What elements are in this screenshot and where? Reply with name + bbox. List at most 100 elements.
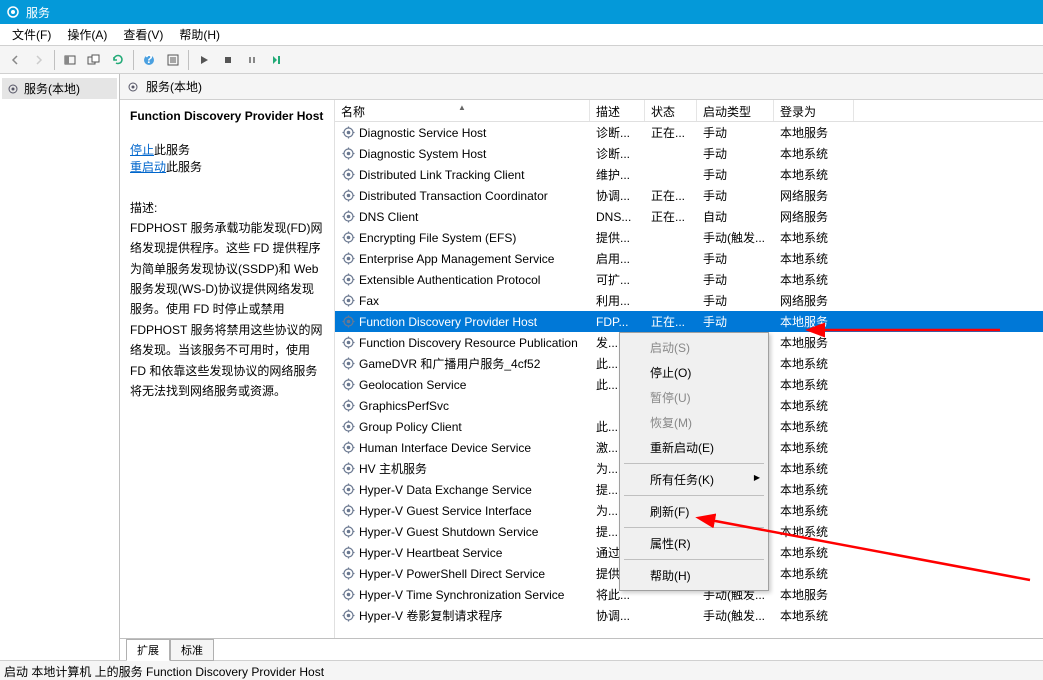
table-row[interactable]: Diagnostic Service Host诊断...正在...手动本地服务 bbox=[335, 122, 1043, 143]
row-name: GameDVR 和广播用户服务_4cf52 bbox=[359, 355, 540, 372]
gear-icon bbox=[341, 168, 355, 182]
subheader-label: 服务(本地) bbox=[146, 78, 202, 95]
ctx-stop[interactable]: 停止(O) bbox=[622, 360, 766, 385]
ctx-refresh[interactable]: 刷新(F) bbox=[622, 499, 766, 524]
gear-icon bbox=[341, 609, 355, 623]
table-row[interactable]: Encrypting File System (EFS)提供...手动(触发..… bbox=[335, 227, 1043, 248]
tree-node-label: 服务(本地) bbox=[24, 80, 80, 97]
row-name: Geolocation Service bbox=[359, 378, 466, 392]
row-desc: 协调... bbox=[590, 607, 645, 624]
table-row[interactable]: DNS ClientDNS...正在...自动网络服务 bbox=[335, 206, 1043, 227]
svg-text:?: ? bbox=[145, 53, 152, 66]
toolbar: ? bbox=[0, 46, 1043, 74]
ctx-help[interactable]: 帮助(H) bbox=[622, 563, 766, 588]
tree-node-services-local[interactable]: 服务(本地) bbox=[2, 78, 117, 99]
row-state: 正在... bbox=[645, 187, 697, 204]
titlebar: 服务 bbox=[0, 0, 1043, 24]
row-name: Function Discovery Provider Host bbox=[359, 315, 537, 329]
gear-icon bbox=[341, 210, 355, 224]
start-button[interactable] bbox=[193, 49, 215, 71]
col-startup[interactable]: 启动类型 bbox=[697, 100, 774, 121]
export-button[interactable] bbox=[83, 49, 105, 71]
tab-extended[interactable]: 扩展 bbox=[126, 639, 170, 661]
gear-icon bbox=[341, 189, 355, 203]
menu-file[interactable]: 文件(F) bbox=[4, 24, 59, 45]
gear-icon bbox=[126, 80, 140, 94]
menu-action[interactable]: 操作(A) bbox=[59, 24, 115, 45]
properties-button[interactable] bbox=[162, 49, 184, 71]
row-logon: 本地服务 bbox=[774, 586, 854, 603]
row-logon: 本地系统 bbox=[774, 439, 854, 456]
help-button[interactable]: ? bbox=[138, 49, 160, 71]
row-logon: 本地系统 bbox=[774, 607, 854, 624]
row-name: Distributed Link Tracking Client bbox=[359, 168, 524, 182]
stop-button[interactable] bbox=[217, 49, 239, 71]
row-name: Hyper-V Heartbeat Service bbox=[359, 546, 502, 560]
tab-standard[interactable]: 标准 bbox=[170, 639, 214, 661]
pause-button[interactable] bbox=[241, 49, 263, 71]
col-state[interactable]: 状态 bbox=[645, 100, 697, 121]
row-name: Hyper-V Data Exchange Service bbox=[359, 483, 532, 497]
row-logon: 本地系统 bbox=[774, 271, 854, 288]
row-desc: 提供... bbox=[590, 229, 645, 246]
table-row[interactable]: Distributed Transaction Coordinator协调...… bbox=[335, 185, 1043, 206]
row-name: Group Policy Client bbox=[359, 420, 462, 434]
back-button[interactable] bbox=[4, 49, 26, 71]
ctx-properties[interactable]: 属性(R) bbox=[622, 531, 766, 556]
row-name: Extensible Authentication Protocol bbox=[359, 273, 540, 287]
gear-icon bbox=[341, 315, 355, 329]
table-row[interactable]: Fax利用...手动网络服务 bbox=[335, 290, 1043, 311]
ctx-restart[interactable]: 重新启动(E) bbox=[622, 435, 766, 460]
menu-help[interactable]: 帮助(H) bbox=[171, 24, 228, 45]
row-logon: 网络服务 bbox=[774, 187, 854, 204]
row-logon: 本地服务 bbox=[774, 313, 854, 330]
row-name: Hyper-V Guest Service Interface bbox=[359, 504, 532, 518]
gear-icon bbox=[341, 231, 355, 245]
row-logon: 本地系统 bbox=[774, 376, 854, 393]
gear-icon bbox=[341, 294, 355, 308]
table-row[interactable]: Hyper-V 卷影复制请求程序协调...手动(触发...本地系统 bbox=[335, 605, 1043, 626]
row-startup: 手动 bbox=[697, 187, 774, 204]
row-startup: 手动 bbox=[697, 271, 774, 288]
table-row[interactable]: Enterprise App Management Service启用...手动… bbox=[335, 248, 1043, 269]
row-logon: 本地系统 bbox=[774, 544, 854, 561]
row-name: GraphicsPerfSvc bbox=[359, 399, 449, 413]
col-desc[interactable]: 描述 bbox=[590, 100, 645, 121]
row-name: Human Interface Device Service bbox=[359, 441, 531, 455]
row-startup: 手动 bbox=[697, 166, 774, 183]
show-hide-button[interactable] bbox=[59, 49, 81, 71]
restart-button[interactable] bbox=[265, 49, 287, 71]
row-startup: 手动(触发... bbox=[697, 607, 774, 624]
forward-button[interactable] bbox=[28, 49, 50, 71]
row-startup: 自动 bbox=[697, 208, 774, 225]
col-name[interactable]: 名称 bbox=[335, 100, 590, 121]
table-row[interactable]: Distributed Link Tracking Client维护...手动本… bbox=[335, 164, 1043, 185]
row-logon: 本地系统 bbox=[774, 229, 854, 246]
stop-link[interactable]: 停止 bbox=[130, 143, 154, 157]
row-logon: 本地系统 bbox=[774, 523, 854, 540]
col-logon[interactable]: 登录为 bbox=[774, 100, 854, 121]
table-row[interactable]: Diagnostic System Host诊断...手动本地系统 bbox=[335, 143, 1043, 164]
ctx-alltasks[interactable]: 所有任务(K) bbox=[622, 467, 766, 492]
row-startup: 手动 bbox=[697, 145, 774, 162]
table-row[interactable]: Function Discovery Provider HostFDP...正在… bbox=[335, 311, 1043, 332]
context-menu: 启动(S) 停止(O) 暂停(U) 恢复(M) 重新启动(E) 所有任务(K) … bbox=[619, 332, 769, 591]
gear-icon bbox=[341, 525, 355, 539]
row-desc: 可扩... bbox=[590, 271, 645, 288]
row-desc: 启用... bbox=[590, 250, 645, 267]
gear-icon bbox=[341, 483, 355, 497]
services-icon bbox=[6, 5, 20, 19]
restart-link[interactable]: 重启动 bbox=[130, 160, 166, 174]
gear-icon bbox=[341, 504, 355, 518]
menu-view[interactable]: 查看(V) bbox=[115, 24, 171, 45]
ctx-pause: 暂停(U) bbox=[622, 385, 766, 410]
row-desc: 诊断... bbox=[590, 145, 645, 162]
row-logon: 网络服务 bbox=[774, 208, 854, 225]
row-startup: 手动 bbox=[697, 124, 774, 141]
refresh-button[interactable] bbox=[107, 49, 129, 71]
row-state: 正在... bbox=[645, 313, 697, 330]
table-row[interactable]: Extensible Authentication Protocol 可扩... 手… bbox=[335, 269, 1043, 290]
description-label: 描述: bbox=[130, 199, 324, 216]
row-desc: 诊断... bbox=[590, 124, 645, 141]
row-logon: 本地系统 bbox=[774, 502, 854, 519]
